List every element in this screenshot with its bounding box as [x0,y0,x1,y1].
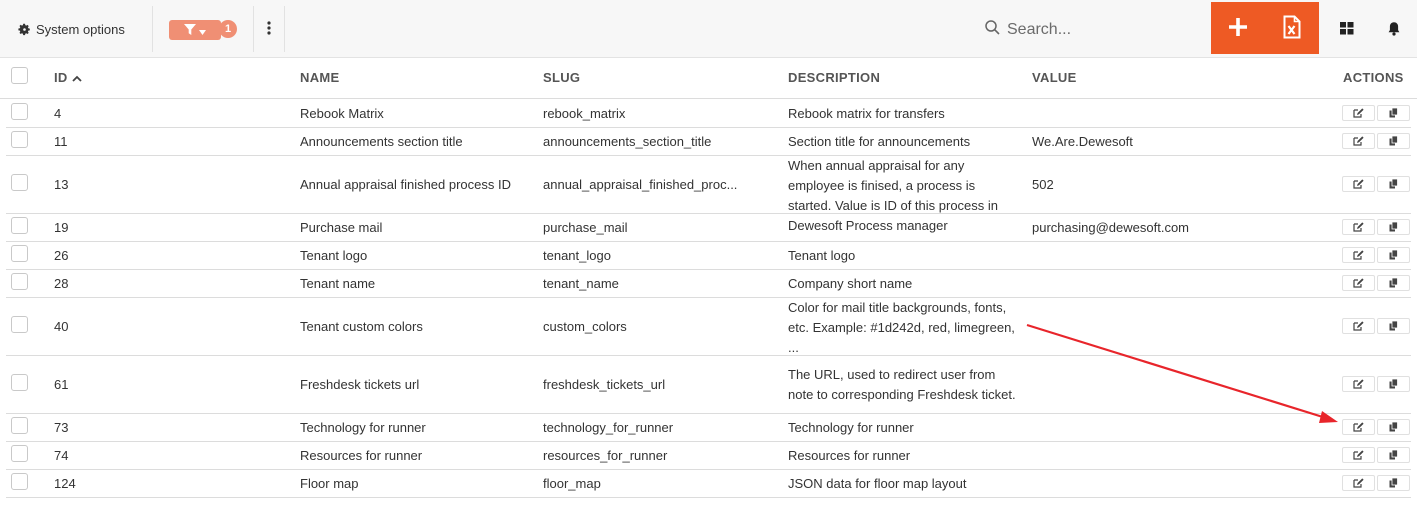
annotation-arrow [1026,323,1338,423]
